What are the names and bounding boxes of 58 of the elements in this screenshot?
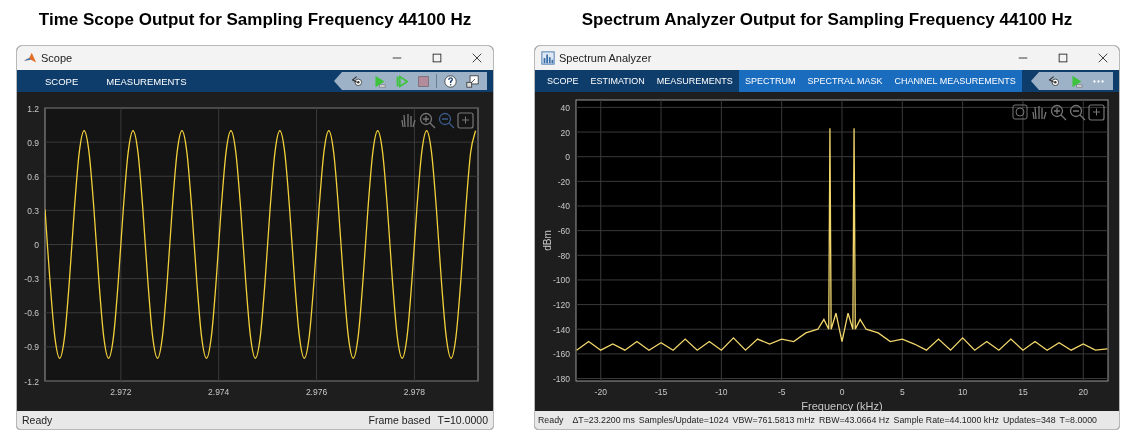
tick-label: 15 <box>1018 387 1028 397</box>
tick-label: -0.3 <box>24 274 39 285</box>
tick-label: -10 <box>715 387 728 397</box>
tick-label: 2.976 <box>305 387 328 397</box>
status-text: RBW=43.0664 Hz <box>818 415 890 425</box>
tick-label: -1.2 <box>24 376 39 387</box>
tick-label: -40 <box>557 201 570 212</box>
status-text: Ready <box>22 414 53 426</box>
tick-label: -5 <box>777 387 786 397</box>
tick-label: 2.978 <box>403 387 426 397</box>
tick-label: 10 <box>957 387 968 397</box>
status-text: Ready <box>538 415 564 425</box>
status-text: T=10.0000 <box>437 414 488 426</box>
tick-label: 20 <box>560 127 570 138</box>
window-title: Spectrum Analyzer <box>559 52 652 64</box>
tick-label: 2.974 <box>208 387 230 397</box>
tick-label: 0.6 <box>27 171 39 182</box>
tick-label: -60 <box>557 226 570 237</box>
toolstrip-tab[interactable]: SPECTRUM <box>738 70 802 92</box>
tick-label: -20 <box>594 387 607 397</box>
tick-label: -100 <box>553 275 570 286</box>
tick-label: 0.9 <box>27 137 39 148</box>
tick-label: 20 <box>1078 387 1088 397</box>
tick-label: 5 <box>899 387 905 397</box>
status-text: T=8.0000 <box>1059 415 1097 425</box>
toolstrip-tab[interactable]: SCOPE <box>541 70 585 92</box>
tick-label: 1.2 <box>27 103 39 114</box>
figure-heading: Time Scope Output for Sampling Frequency 44100 Hz <box>38 9 472 31</box>
axis-label: dBm <box>542 230 553 251</box>
window-title: Scope <box>41 52 73 64</box>
tick-label: 0 <box>34 240 39 250</box>
toolstrip-tab[interactable]: CHANNEL MEASUREMENTS <box>888 70 1022 92</box>
status-text: VBW=761.5813 mHz <box>732 415 815 425</box>
tick-label: -120 <box>553 300 570 311</box>
tick-label: -15 <box>654 387 668 397</box>
status-text: Sample Rate=44.1000 kHz <box>893 415 999 425</box>
tick-label: -180 <box>553 374 570 385</box>
status-text: ΔT=23.2200 ms <box>572 415 635 425</box>
tick-label: -80 <box>557 250 570 261</box>
tick-label: 0.3 <box>27 205 39 216</box>
tick-label: -140 <box>553 324 570 335</box>
status-text: Samples/Update=1024 <box>638 415 729 425</box>
tick-label: -0.6 <box>24 308 39 319</box>
toolstrip-tab[interactable]: SCOPE <box>31 70 93 92</box>
tick-label: 0 <box>839 387 845 397</box>
tick-label: 40 <box>560 102 570 113</box>
tick-label: 0 <box>565 152 570 163</box>
status-text: Updates=348 <box>1003 415 1056 425</box>
tick-label: -160 <box>553 349 570 360</box>
toolstrip-tab[interactable]: ESTIMATION <box>584 70 651 92</box>
tick-label: -0.9 <box>24 342 39 353</box>
toolstrip-tab[interactable]: SPECTRAL MASK <box>801 70 889 92</box>
tick-label: -20 <box>557 176 570 187</box>
toolstrip-tab[interactable]: MEASUREMENTS <box>92 70 201 92</box>
figure-heading: Spectrum Analyzer Output for Sampling Frequency 44100 Hz <box>581 9 1073 31</box>
toolstrip-tab[interactable]: MEASUREMENTS <box>650 70 739 92</box>
status-text: Frame based <box>368 414 431 426</box>
tick-label: 2.972 <box>110 387 132 397</box>
